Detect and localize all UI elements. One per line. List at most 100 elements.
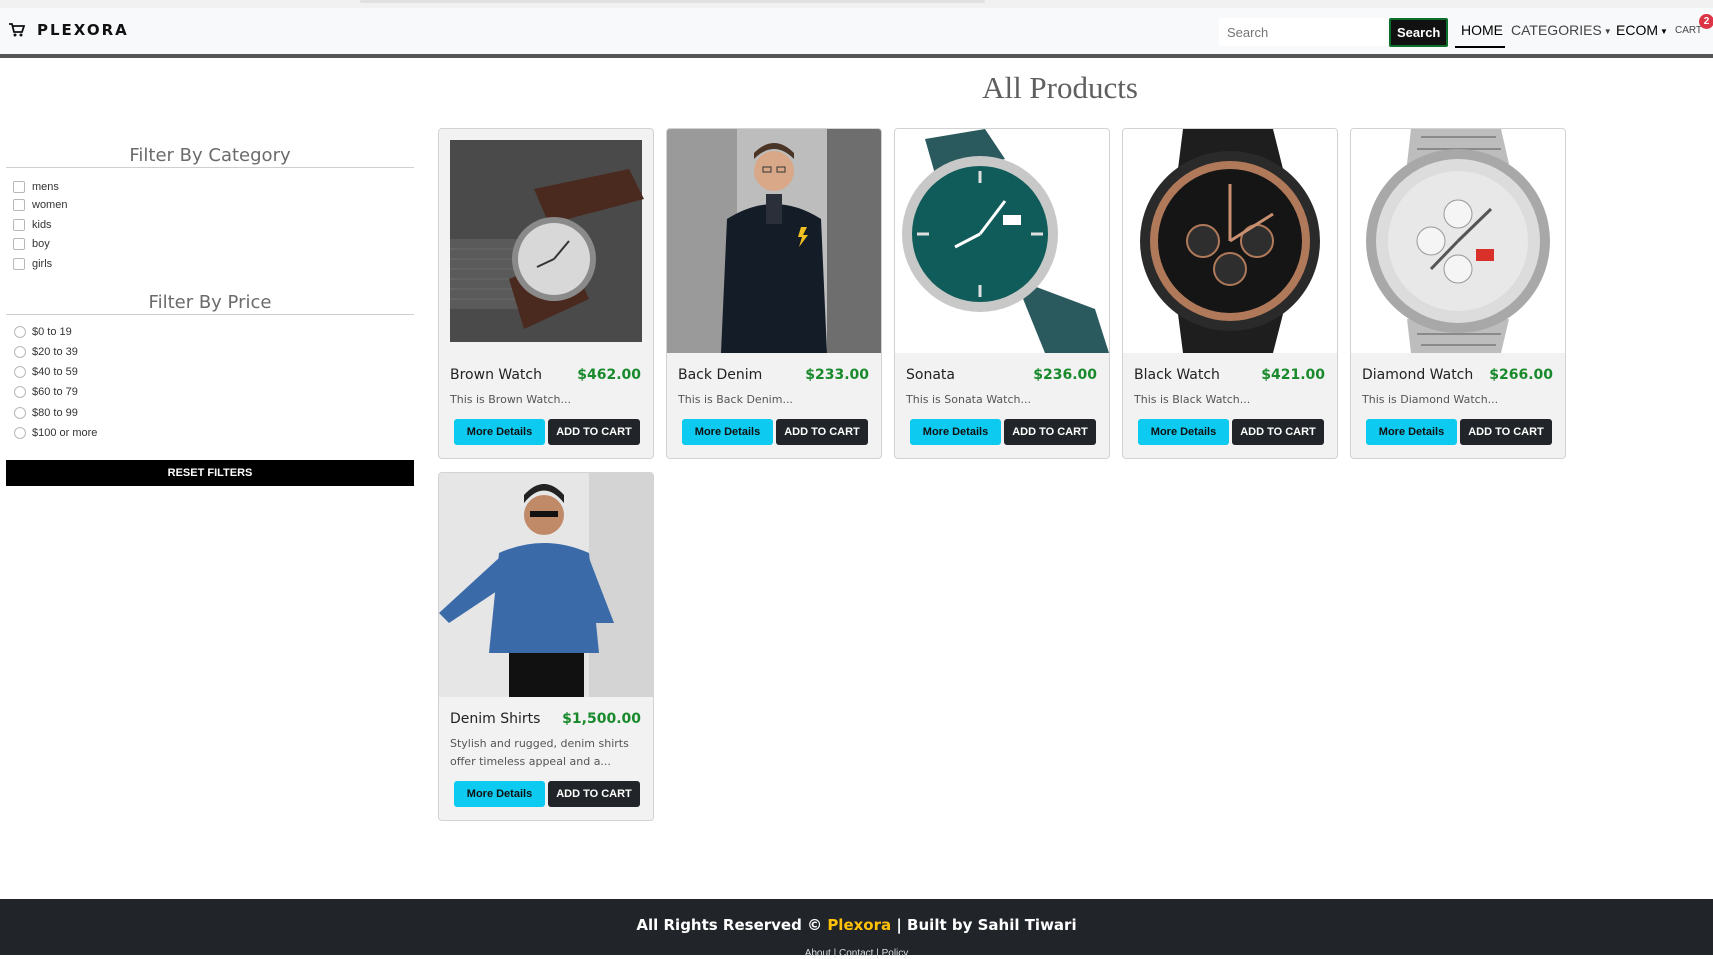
footer-copyright: All Rights Reserved © Plexora | Built by… <box>0 916 1713 934</box>
product-image-sonata[interactable] <box>895 129 1109 353</box>
more-details-button[interactable]: More Details <box>1138 419 1229 445</box>
category-label: girls <box>32 258 53 270</box>
chevron-down-icon: ▼ <box>1660 26 1668 36</box>
product-name: Sonata <box>906 367 955 383</box>
radio[interactable] <box>14 326 26 338</box>
radio[interactable] <box>14 386 26 398</box>
divider <box>6 314 414 315</box>
product-price: $1,500.00 <box>562 711 641 727</box>
price-label: $100 or more <box>32 427 98 439</box>
checkbox[interactable] <box>13 199 25 211</box>
price-label: $40 to 59 <box>32 366 78 378</box>
category-checkbox-mens[interactable]: mens <box>13 181 59 193</box>
navbar: PLEXORA Search HOME CATEGORIES▼ ECOM▼ CA… <box>0 8 1713 58</box>
nav-home-underline <box>1455 46 1505 48</box>
product-description: This is Brown Watch... <box>450 393 572 406</box>
add-to-cart-button[interactable]: ADD TO CART <box>1232 419 1324 445</box>
product-price: $421.00 <box>1261 367 1325 383</box>
checkbox[interactable] <box>13 181 25 193</box>
category-checkbox-boy[interactable]: boy <box>13 238 50 250</box>
add-to-cart-button[interactable]: ADD TO CART <box>776 419 868 445</box>
add-to-cart-button[interactable]: ADD TO CART <box>548 781 640 807</box>
add-to-cart-button[interactable]: ADD TO CART <box>548 419 640 445</box>
product-name: Denim Shirts <box>450 711 541 727</box>
category-label: boy <box>32 238 50 250</box>
product-price: $233.00 <box>805 367 869 383</box>
nav-ecom[interactable]: ECOM ▼ <box>1616 22 1668 38</box>
price-label: $60 to 79 <box>32 386 78 398</box>
category-checkbox-kids[interactable]: kids <box>13 219 52 231</box>
product-description: Stylish and rugged, denim shirts offer t… <box>450 737 629 768</box>
price-label: $20 to 39 <box>32 346 78 358</box>
footer-prefix: All Rights Reserved © <box>636 916 823 934</box>
nav-ecom-label: ECOM <box>1616 22 1658 38</box>
price-radio-20-39[interactable]: $20 to 39 <box>14 346 78 358</box>
search-input[interactable] <box>1219 18 1387 46</box>
nav-categories[interactable]: CATEGORIES ▼ <box>1511 22 1612 38</box>
price-radio-100-plus[interactable]: $100 or more <box>14 427 97 439</box>
add-to-cart-button[interactable]: ADD TO CART <box>1004 419 1096 445</box>
product-image-denim-shirts[interactable] <box>439 473 653 697</box>
search-button[interactable]: Search <box>1389 18 1448 47</box>
chevron-down-icon: ▼ <box>1603 26 1612 36</box>
category-checkbox-women[interactable]: women <box>13 199 67 211</box>
product-card: Denim Shirts $1,500.00 Stylish and rugged… <box>438 472 654 821</box>
more-details-button[interactable]: More Details <box>910 419 1001 445</box>
footer-links[interactable]: About | Contact | Policy <box>0 948 1713 959</box>
browser-top-strip <box>0 0 1713 8</box>
brand[interactable]: PLEXORA <box>8 21 129 39</box>
radio[interactable] <box>14 346 26 358</box>
product-description: This is Back Denim... <box>678 393 793 406</box>
product-card: Diamond Watch $266.00 This is Diamond Wat… <box>1350 128 1566 459</box>
footer-suffix: | Built by Sahil Tiwari <box>896 916 1077 934</box>
category-label: kids <box>32 219 52 231</box>
nav-categories-label: CATEGORIES <box>1511 22 1602 38</box>
more-details-button[interactable]: More Details <box>1366 419 1457 445</box>
product-image-back-denim[interactable] <box>667 129 881 353</box>
footer: All Rights Reserved © Plexora | Built by… <box>0 899 1713 959</box>
price-radio-0-19[interactable]: $0 to 19 <box>14 326 72 338</box>
radio[interactable] <box>14 427 26 439</box>
product-description: This is Sonata Watch... <box>906 393 1031 406</box>
product-name: Brown Watch <box>450 367 542 383</box>
cart-count-badge: 2 <box>1699 14 1713 29</box>
product-price: $462.00 <box>577 367 641 383</box>
price-radio-60-79[interactable]: $60 to 79 <box>14 386 78 398</box>
radio[interactable] <box>14 407 26 419</box>
filter-category-title: Filter By Category <box>129 145 291 166</box>
nav-cart[interactable]: CART <box>1675 25 1702 36</box>
category-checkbox-girls[interactable]: girls <box>13 258 52 270</box>
product-image-brown-watch[interactable] <box>439 129 653 353</box>
category-label: mens <box>32 181 59 193</box>
price-label: $80 to 99 <box>32 407 78 419</box>
product-card: Black Watch $421.00 This is Black Watch..… <box>1122 128 1338 459</box>
checkbox[interactable] <box>13 258 25 270</box>
product-price: $266.00 <box>1489 367 1553 383</box>
more-details-button[interactable]: More Details <box>454 419 545 445</box>
scroll-indicator <box>360 0 985 3</box>
price-radio-80-99[interactable]: $80 to 99 <box>14 407 78 419</box>
nav-home[interactable]: HOME <box>1461 22 1503 38</box>
product-name: Back Denim <box>678 367 763 383</box>
product-name: Black Watch <box>1134 367 1220 383</box>
more-details-button[interactable]: More Details <box>682 419 773 445</box>
radio[interactable] <box>14 366 26 378</box>
page-title: All Products <box>982 70 1138 105</box>
product-name: Diamond Watch <box>1362 367 1474 383</box>
brand-name: PLEXORA <box>37 21 129 39</box>
price-radio-40-59[interactable]: $40 to 59 <box>14 366 78 378</box>
filter-price-title: Filter By Price <box>148 292 272 313</box>
product-description: This is Diamond Watch... <box>1362 393 1499 406</box>
product-card: Back Denim $233.00 This is Back Denim... … <box>666 128 882 459</box>
checkbox[interactable] <box>13 238 25 250</box>
product-image-black-watch[interactable] <box>1123 129 1337 353</box>
add-to-cart-button[interactable]: ADD TO CART <box>1460 419 1552 445</box>
category-label: women <box>32 199 68 211</box>
product-price: $236.00 <box>1033 367 1097 383</box>
reset-filters-button[interactable]: RESET FILTERS <box>6 460 414 486</box>
checkbox[interactable] <box>13 219 25 231</box>
product-description: This is Black Watch... <box>1134 393 1251 406</box>
divider <box>6 167 414 168</box>
more-details-button[interactable]: More Details <box>454 781 545 807</box>
product-image-diamond-watch[interactable] <box>1351 129 1565 353</box>
